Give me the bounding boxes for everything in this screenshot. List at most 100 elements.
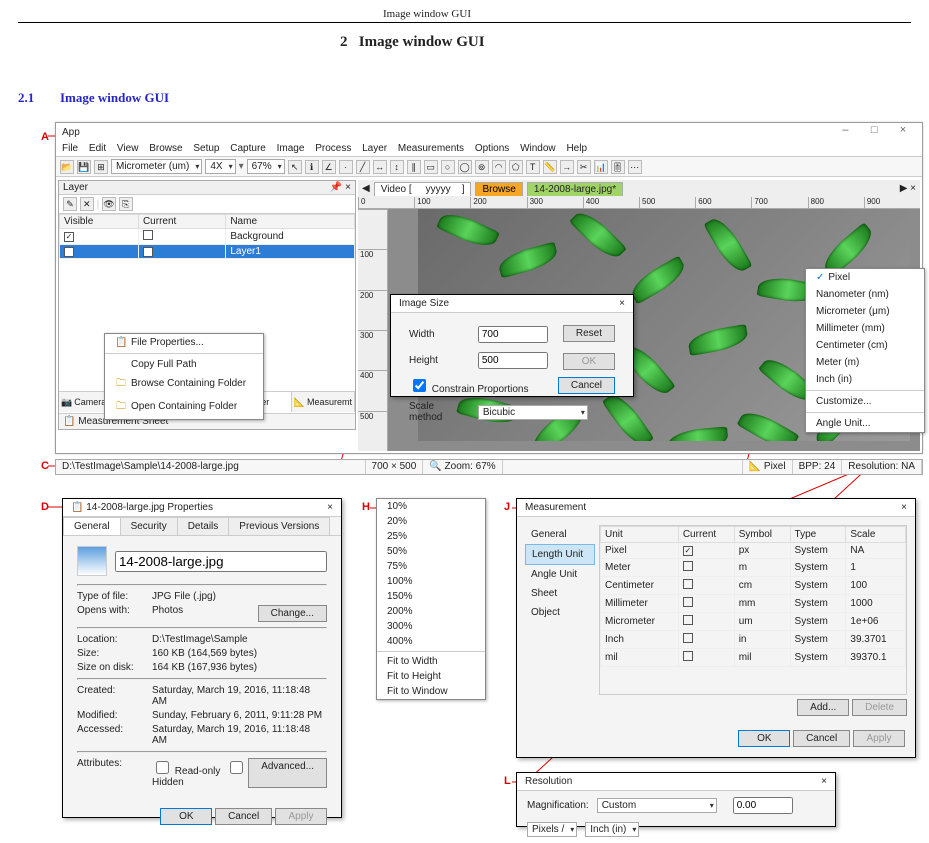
meas-row-meter[interactable]: MetermSystem1 xyxy=(601,559,906,577)
save-icon[interactable]: 💾 xyxy=(77,160,91,174)
menu-process[interactable]: Process xyxy=(315,143,351,154)
close-icon[interactable]: × xyxy=(901,502,907,513)
change-button[interactable]: Change... xyxy=(258,605,327,622)
height-input[interactable] xyxy=(478,352,548,369)
ctx-browse-folder[interactable]: 🗀Browse Containing Folder xyxy=(105,373,263,396)
status-zoom[interactable]: 🔍 Zoom: 67% xyxy=(423,460,502,474)
meas-row-in[interactable]: InchinSystem39.3701 xyxy=(601,631,906,649)
unit-in[interactable]: Inch (in) xyxy=(806,371,924,388)
reset-button[interactable]: Reset xyxy=(563,325,615,342)
resolution-value[interactable] xyxy=(733,797,793,814)
zoom-75[interactable]: 75% xyxy=(377,559,485,574)
arrow-icon[interactable]: ↖ xyxy=(288,160,302,174)
scale-method-select[interactable]: Bicubic xyxy=(478,405,588,420)
menu-capture[interactable]: Capture xyxy=(230,143,266,154)
props-tab-general[interactable]: General xyxy=(63,517,121,535)
status-res[interactable]: Resolution: NA xyxy=(842,460,922,474)
circle-icon[interactable]: ◯ xyxy=(458,160,472,174)
zoom-400[interactable]: 400% xyxy=(377,634,485,649)
layer-row-1[interactable]: ✓✓Layer1 xyxy=(60,245,355,259)
menu-image[interactable]: Image xyxy=(277,143,305,154)
zoom-100[interactable]: 100% xyxy=(377,574,485,589)
unit-cm[interactable]: Centimeter (cm) xyxy=(806,337,924,354)
readonly-checkbox[interactable] xyxy=(156,761,169,774)
new-layer-icon[interactable]: ✎ xyxy=(63,197,77,211)
meas-nav-sheet[interactable]: Sheet xyxy=(525,584,595,603)
arrow2-icon[interactable]: → xyxy=(560,160,574,174)
meas-nav-length[interactable]: Length Unit xyxy=(525,544,595,565)
cancel-button[interactable]: Cancel xyxy=(558,377,615,394)
ctx-copy-path[interactable]: Copy Full Path xyxy=(105,356,263,373)
zoom-50[interactable]: 50% xyxy=(377,544,485,559)
menu-view[interactable]: View xyxy=(117,143,139,154)
meas-nav-general[interactable]: General xyxy=(525,525,595,544)
zoom-fit-win[interactable]: Fit to Window xyxy=(377,684,485,699)
props-ok[interactable]: OK xyxy=(160,808,212,825)
close-icon[interactable]: × xyxy=(821,776,827,787)
menu-window[interactable]: Window xyxy=(520,143,556,154)
close-panel-icon[interactable]: × xyxy=(345,182,351,193)
tab-video[interactable]: Video [ yyyyy ] xyxy=(374,182,472,196)
status-unit[interactable]: 📐 Pixel xyxy=(743,460,793,474)
ctx-file-properties[interactable]: 📋File Properties... xyxy=(105,334,263,351)
tab-meas[interactable]: 📐Measuremt xyxy=(292,392,355,412)
unit-select[interactable]: Micrometer (um) xyxy=(111,159,202,174)
minimize-button[interactable]: – xyxy=(832,124,858,140)
arc-icon[interactable]: ◠ xyxy=(492,160,506,174)
meas-row-um[interactable]: MicrometerumSystem1e+06 xyxy=(601,613,906,631)
constrain-checkbox[interactable] xyxy=(413,379,426,392)
hline-icon[interactable]: ↔ xyxy=(373,160,387,174)
zoom-fit-h[interactable]: Fit to Height xyxy=(377,669,485,684)
close-icon[interactable]: × xyxy=(327,502,333,513)
unit-m[interactable]: Meter (m) xyxy=(806,354,924,371)
meas-row-cm[interactable]: CentimetercmSystem100 xyxy=(601,577,906,595)
menu-help[interactable]: Help xyxy=(566,143,587,154)
unit-um[interactable]: Micrometer (μm) xyxy=(806,303,924,320)
unit-customize[interactable]: Customize... xyxy=(806,393,924,410)
meas-nav-angle[interactable]: Angle Unit xyxy=(525,565,595,584)
meas-nav-object[interactable]: Object xyxy=(525,603,595,622)
props-tab-security[interactable]: Security xyxy=(120,517,178,535)
meas-cancel[interactable]: Cancel xyxy=(793,730,850,747)
delete-layer-icon[interactable]: ✕ xyxy=(80,197,94,211)
filename-input[interactable] xyxy=(115,551,327,572)
zoom-20[interactable]: 20% xyxy=(377,514,485,529)
zoom-300[interactable]: 300% xyxy=(377,619,485,634)
menu-setup[interactable]: Setup xyxy=(193,143,219,154)
adj-icon[interactable]: 🎚 xyxy=(611,160,625,174)
parallel-icon[interactable]: ∥ xyxy=(407,160,421,174)
pipette-icon[interactable]: ℹ xyxy=(305,160,319,174)
tab-nav-left[interactable]: ◀ xyxy=(362,183,370,194)
menu-edit[interactable]: Edit xyxy=(89,143,106,154)
meas-add[interactable]: Add... xyxy=(797,699,849,716)
ellipse-icon[interactable]: ○ xyxy=(441,160,455,174)
close-button[interactable]: × xyxy=(890,124,916,140)
grid-icon[interactable]: ⊞ xyxy=(94,160,108,174)
ring-icon[interactable]: ⊚ xyxy=(475,160,489,174)
advanced-button[interactable]: Advanced... xyxy=(248,758,327,788)
props-tab-prev[interactable]: Previous Versions xyxy=(228,517,330,535)
poly-icon[interactable]: ⬠ xyxy=(509,160,523,174)
copy-layer-icon[interactable]: ⎘ xyxy=(119,197,133,211)
props-tab-details[interactable]: Details xyxy=(177,517,230,535)
ctx-open-folder[interactable]: 🗀Open Containing Folder xyxy=(105,396,263,419)
open-icon[interactable]: 📂 xyxy=(60,160,74,174)
zoom-10[interactable]: 10% xyxy=(377,499,485,514)
hist-icon[interactable]: 📊 xyxy=(594,160,608,174)
res-unit1[interactable]: Pixels / xyxy=(527,822,577,837)
zoom-150[interactable]: 150% xyxy=(377,589,485,604)
magnification-select[interactable]: Custom xyxy=(597,798,717,813)
close-icon[interactable]: × xyxy=(619,298,625,309)
menu-browse[interactable]: Browse xyxy=(149,143,182,154)
vis-layer-icon[interactable]: 👁 xyxy=(102,197,116,211)
unit-mm[interactable]: Millimeter (mm) xyxy=(806,320,924,337)
tab-active[interactable]: 14-2008-large.jpg* xyxy=(527,182,623,196)
crop-icon[interactable]: ✂ xyxy=(577,160,591,174)
zoom-25[interactable]: 25% xyxy=(377,529,485,544)
menu-file[interactable]: File xyxy=(62,143,78,154)
res-unit2[interactable]: Inch (in) xyxy=(585,822,639,837)
maximize-button[interactable]: □ xyxy=(861,124,887,140)
line-icon[interactable]: ╱ xyxy=(356,160,370,174)
zoom-200[interactable]: 200% xyxy=(377,604,485,619)
rect-icon[interactable]: ▭ xyxy=(424,160,438,174)
